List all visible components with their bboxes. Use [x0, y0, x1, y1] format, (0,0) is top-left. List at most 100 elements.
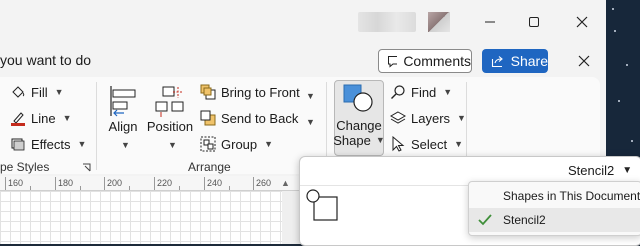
- select-label: Select: [411, 136, 448, 152]
- send-to-back-icon: [200, 110, 216, 126]
- change-shape-label-line1: Change: [336, 118, 382, 133]
- ruler-tick-label: 260: [256, 178, 272, 188]
- shape-styles-group-label: pe Styles: [0, 160, 50, 174]
- ruler-tick-label: 200: [107, 178, 123, 188]
- cursor-arrow-icon: [392, 136, 405, 152]
- send-to-back-label: Send to Back: [221, 110, 299, 126]
- ruler-tick: [229, 186, 230, 190]
- rectangle-circle-shape-icon: [306, 189, 338, 221]
- align-label: Align: [108, 119, 138, 134]
- effects-label: Effects: [31, 136, 71, 152]
- close-icon: [578, 55, 590, 67]
- bring-to-front-icon: [200, 84, 216, 100]
- dialog-launcher-icon[interactable]: [82, 161, 91, 175]
- close-icon: [576, 16, 588, 28]
- stencil-selector-label: Stencil2: [568, 163, 615, 178]
- ruler-tick: [104, 177, 105, 190]
- close-ribbon-button[interactable]: [572, 50, 596, 72]
- ruler-tick: [129, 186, 130, 190]
- comments-button[interactable]: Comments: [378, 49, 472, 73]
- comment-icon: [388, 55, 398, 68]
- search-icon: [391, 85, 405, 99]
- group-label: Group: [221, 136, 258, 152]
- ruler-tick-label: 240: [207, 178, 223, 188]
- menu-item-label: Shapes in This Document: [503, 189, 640, 203]
- scrollbar-track[interactable]: [282, 191, 300, 244]
- chevron-down-icon: ▼: [77, 139, 87, 149]
- account-name-blurred[interactable]: [358, 12, 416, 32]
- position-button[interactable]: Position ▼: [147, 82, 193, 152]
- ruler-tick-label: 160: [8, 178, 24, 188]
- ruler-tick: [80, 186, 81, 190]
- ruler-tick: [154, 177, 155, 190]
- chevron-down-icon: ▼: [443, 87, 453, 97]
- maximize-button[interactable]: [520, 10, 548, 34]
- minimize-icon: [485, 21, 495, 23]
- share-icon: [491, 55, 503, 67]
- chevron-down-icon: ▼: [622, 165, 633, 176]
- bring-to-front-label: Bring to Front: [221, 84, 300, 100]
- desktop-star: [614, 30, 616, 32]
- avatar[interactable]: [428, 12, 450, 32]
- change-shape-label-line2: Shape: [333, 133, 371, 148]
- change-shape-icon: [343, 84, 373, 112]
- ruler-tick-label: 220: [157, 178, 173, 188]
- title-bar: [0, 0, 606, 44]
- chevron-down-icon[interactable]: ▼: [304, 114, 315, 128]
- fill-label: Fill: [31, 84, 48, 100]
- position-icon: [155, 86, 184, 117]
- chevron-down-icon: ▼: [454, 139, 464, 149]
- menu-item-label: Stencil2: [503, 213, 546, 227]
- tell-me-search[interactable]: you want to do: [0, 52, 91, 68]
- stencil-selector[interactable]: Stencil2 ▼: [568, 163, 632, 178]
- arrange-group-label: Arrange: [188, 160, 231, 174]
- ruler-tick: [204, 177, 205, 190]
- desktop-star: [626, 64, 628, 66]
- align-icon: [110, 86, 136, 117]
- ruler-tick: [5, 177, 6, 190]
- chevron-down-icon: ▼: [54, 87, 64, 97]
- desktop-star: [618, 100, 620, 102]
- menu-item-shapes-in-document[interactable]: Shapes in This Document: [469, 184, 640, 208]
- checkmark-icon: [478, 214, 492, 226]
- send-to-back-button[interactable]: Send to Back: [200, 110, 298, 126]
- paint-bucket-icon: [12, 86, 25, 98]
- ruler-tick: [253, 177, 254, 190]
- chevron-down-icon: ▼: [457, 113, 466, 123]
- desktop-star: [631, 140, 633, 142]
- select-button[interactable]: Select ▼: [390, 136, 463, 152]
- share-button[interactable]: Share: [482, 49, 548, 73]
- maximize-icon: [529, 17, 539, 27]
- bring-to-front-button[interactable]: Bring to Front: [200, 84, 300, 100]
- group-divider: [96, 82, 97, 170]
- chevron-down-icon: ▼: [168, 140, 177, 150]
- align-button[interactable]: Align ▼: [106, 82, 140, 152]
- ruler-tick: [55, 177, 56, 190]
- line-label: Line: [31, 110, 56, 126]
- desktop-star: [612, 8, 614, 10]
- comments-label: Comments: [403, 53, 471, 69]
- find-label: Find: [411, 84, 437, 100]
- minimize-button[interactable]: [476, 10, 504, 34]
- effects-icon: [11, 138, 25, 151]
- chevron-down-icon: ▼: [264, 139, 274, 149]
- find-button[interactable]: Find ▼: [390, 84, 452, 100]
- effects-button[interactable]: Effects ▼: [10, 136, 86, 152]
- ruler-tick: [179, 186, 180, 190]
- menu-item-stencil2[interactable]: Stencil2: [469, 208, 640, 232]
- line-button[interactable]: Line ▼: [10, 110, 72, 126]
- close-window-button[interactable]: [568, 10, 596, 34]
- fill-button[interactable]: Fill ▼: [10, 84, 64, 100]
- ruler-tick-label: 180: [58, 178, 74, 188]
- chevron-down-icon: ▼: [121, 140, 130, 150]
- chevron-down-icon[interactable]: ▼: [304, 88, 315, 102]
- gallery-shape-item[interactable]: [305, 188, 339, 225]
- chevron-down-icon: ▼: [375, 135, 385, 145]
- change-shape-button[interactable]: Change Shape ▼: [333, 80, 385, 156]
- drawing-canvas[interactable]: [0, 191, 282, 244]
- scroll-up-arrow-icon[interactable]: ▲: [281, 178, 290, 188]
- pen-line-icon: [11, 112, 25, 126]
- chevron-down-icon: ▼: [62, 113, 72, 123]
- group-button[interactable]: Group ▼: [200, 136, 273, 152]
- layers-button[interactable]: Layers ▼: [390, 110, 466, 126]
